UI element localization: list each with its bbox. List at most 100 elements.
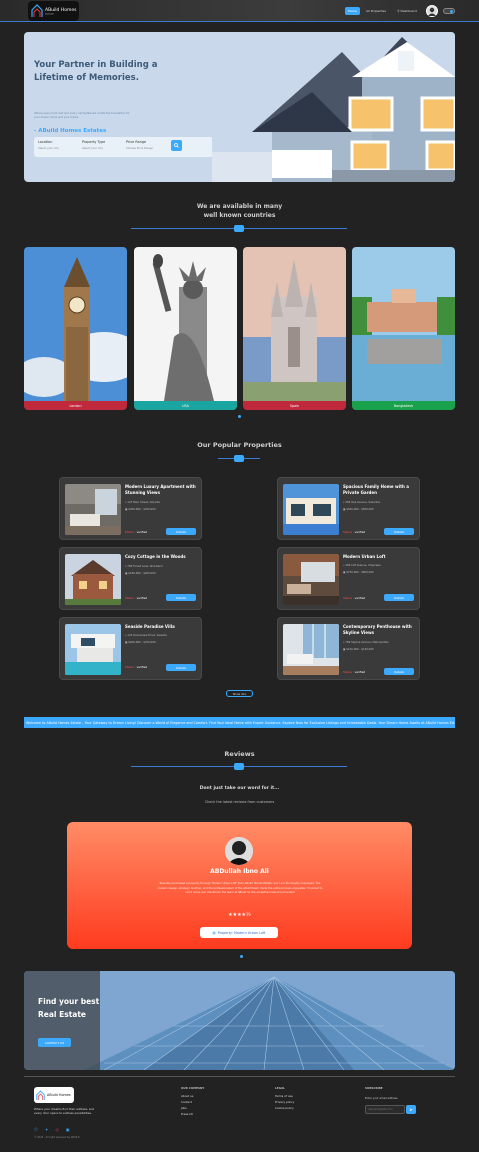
countries-divider-badge-icon [234, 225, 244, 232]
location-select[interactable]: Location Select your city [38, 140, 59, 150]
property-price: ▣ $300,000 - $350,000 [125, 508, 156, 511]
price-range-label: Price Range [126, 140, 147, 144]
footer-tagline: Where your dreams find their address, an… [34, 1107, 95, 1115]
property-title: Modern Urban Loft [343, 554, 386, 559]
reviewer-name: ABDullah Ibno Ali [210, 868, 269, 875]
property-title: Contemporary Penthouse with Skyline View… [343, 624, 412, 635]
status-label: Status : [343, 530, 354, 534]
details-button[interactable]: Details [166, 594, 196, 601]
country-card-bangladesh[interactable]: Bangladesh [352, 247, 455, 410]
country-card-usa[interactable]: USA [134, 247, 237, 410]
reviews-heading: Reviews [224, 750, 255, 758]
property-status: Status : verified [343, 596, 367, 601]
search-button[interactable] [171, 140, 182, 151]
reviews-subheading: Dont just take our word for it... [199, 786, 280, 791]
property-status: Status : verified [343, 670, 365, 674]
user-avatar[interactable] [426, 5, 438, 17]
property-image-4 [283, 554, 339, 605]
nav-home-link[interactable]: Home [345, 7, 360, 15]
social-links: ⓕ ✦ ◎ ▣ [34, 1127, 70, 1133]
footer-copyright: © 2024 - All right reserved by ABUILD [34, 1136, 80, 1139]
reviews-divider-badge-icon [234, 763, 244, 770]
property-status: Status : verified [125, 530, 147, 534]
property-price: ▣ $180,000 - $200,000 [125, 572, 156, 575]
theme-toggle[interactable] [443, 8, 455, 14]
review-property-badge[interactable]: ▦ Property: Modern Urban Loft [200, 927, 278, 938]
property-card: Cozy Cottage in the Woods ⌖ 789 Forest L… [59, 547, 202, 610]
subscribe-button[interactable]: ➤ [406, 1105, 416, 1114]
logo-icon [31, 4, 43, 17]
property-type-select[interactable]: Property Type Select your city [82, 140, 105, 150]
property-address-text: 123 Oceanview Drive, Seaside [127, 634, 167, 637]
review-carousel-dot[interactable] [240, 955, 243, 958]
country-card-spain[interactable]: Spain [243, 247, 346, 410]
status-value: verified [136, 665, 148, 669]
hero-house-image [212, 32, 455, 182]
property-price: ▣ $100,000 - $130,000 [343, 648, 374, 651]
country-label-london: London [24, 401, 127, 410]
property-price-text: $300,000 - $350,000 [128, 508, 156, 511]
status-value: verified [354, 670, 366, 674]
show-all-button[interactable]: Show ALL [226, 690, 253, 697]
review-card: ABDullah Ibno Ali Recently purchased a p… [67, 822, 412, 949]
carousel-dot[interactable] [238, 415, 241, 418]
property-status: Status : verified [125, 665, 149, 670]
contact-us-button[interactable]: CONTACT US [38, 1038, 71, 1047]
search-icon [174, 143, 179, 148]
property-price-text: $400,000 - $700,000 [128, 641, 156, 644]
status-label: Status : [125, 596, 136, 600]
property-card: Spacious Family Home with a Private Gard… [277, 477, 420, 540]
property-status: Status : verified [125, 596, 149, 601]
property-address: ⌖ 789 Forest Lane, Woodland [125, 565, 163, 568]
property-address: ⌖ 123 Main Street, Cityville [125, 501, 160, 504]
twitter-icon[interactable]: ✦ [45, 1127, 48, 1133]
footer-logo-icon [36, 1089, 45, 1100]
linkedin-icon[interactable]: ▣ [66, 1127, 70, 1133]
property-address: ⌖ 789 Skyline Avenue, Metropolitan [343, 641, 389, 644]
footer: ABuild Homes Where your dreams find thei… [24, 1076, 455, 1152]
status-value: verified [136, 596, 148, 600]
reviews-subtext: Check the latest reviews from customers [204, 800, 275, 804]
status-label: Status : [125, 530, 136, 534]
property-address: ⌖ 456 Loft Avenue, Cityscape [343, 564, 381, 567]
price-range-value: Choose Price Range [126, 146, 153, 150]
instagram-icon[interactable]: ◎ [55, 1127, 59, 1133]
details-button[interactable]: Details [384, 594, 414, 601]
toggle-knob-icon [450, 10, 453, 13]
building-icon: ▦ [212, 930, 216, 935]
property-image-3 [65, 554, 121, 605]
details-button[interactable]: Details [166, 664, 196, 671]
nav-all-properties-link[interactable]: All Properties [364, 7, 388, 15]
footer-logo[interactable]: ABuild Homes [34, 1087, 74, 1103]
countries-heading-line1: We are available in many [196, 203, 283, 210]
subscribe-email-input[interactable] [365, 1105, 405, 1114]
cta-title: Find your best Real Estate [38, 997, 100, 1019]
cta-banner: Find your best Real Estate CONTACT US [24, 971, 455, 1070]
details-button[interactable]: Details [384, 528, 414, 535]
reviewer-avatar [225, 837, 253, 865]
footer-link-cookie[interactable]: Cookie policy [275, 1105, 294, 1111]
property-type-label: Property Type [82, 140, 106, 144]
nav-dashboard-link[interactable]: ⚲ Dashboard [393, 7, 421, 15]
logo[interactable]: ABuild Homes ESTATE [28, 1, 79, 21]
country-label-bangladesh: Bangladesh [352, 401, 455, 410]
footer-link-press-kit[interactable]: Press kit [181, 1111, 193, 1117]
property-image-1 [65, 484, 121, 535]
location-label: Location [38, 140, 53, 144]
facebook-icon[interactable]: ⓕ [34, 1127, 38, 1133]
details-button[interactable]: Details [166, 528, 196, 535]
property-title: Spacious Family Home with a Private Gard… [343, 484, 409, 495]
property-image-2 [283, 484, 339, 535]
property-title: Modern Luxury Apartment with Stunning Vi… [125, 484, 196, 495]
navbar: ABuild Homes ESTATE Home All Properties … [0, 0, 479, 22]
search-bar: Location Select your city Property Type … [34, 137, 213, 157]
price-range-select[interactable]: Price Range Choose Price Range [126, 140, 153, 150]
hero-description-text: Where every brick laid and every nail ti… [34, 112, 130, 119]
property-price: ▣ $500,000 - $550,000 [343, 508, 374, 511]
details-button[interactable]: Details [384, 668, 414, 675]
property-address: ⌖ 456 Oak Avenue, Suburbia [343, 501, 380, 504]
country-card-london[interactable]: London [24, 247, 127, 410]
review-property-label: Property: Modern Urban Loft [217, 930, 266, 935]
footer-company-heading: OUR COMPANY [181, 1086, 205, 1090]
property-title: Seaside Paradise Villa [125, 624, 175, 629]
